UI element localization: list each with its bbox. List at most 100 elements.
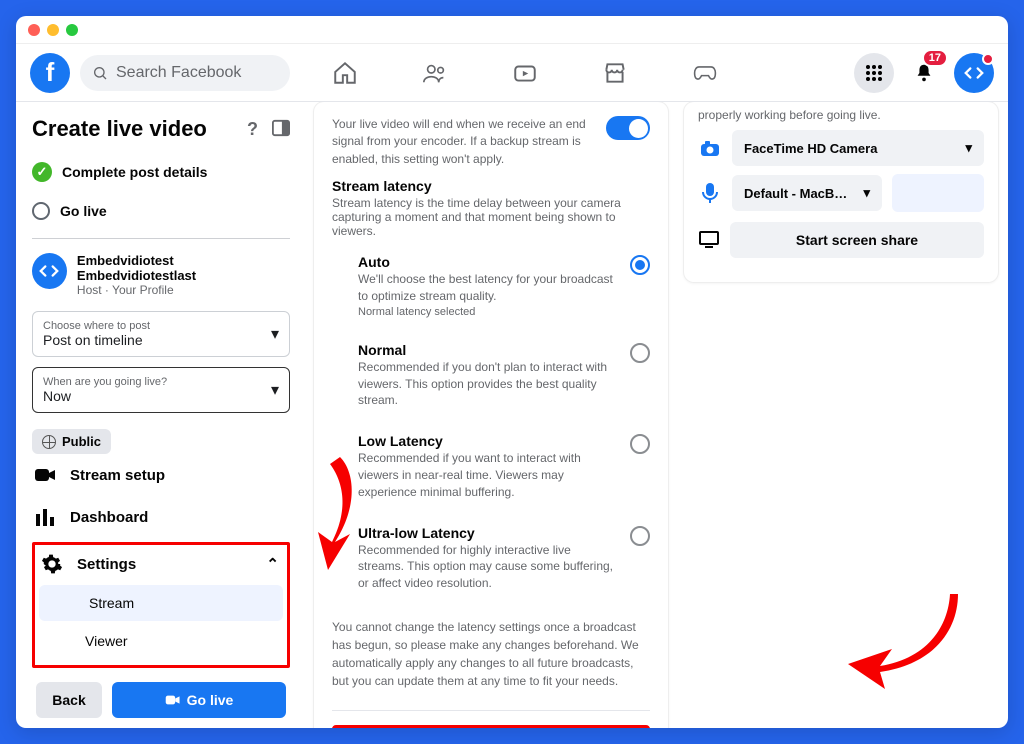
option-desc: Recommended if you don't plan to interac… — [358, 359, 618, 409]
code-icon — [963, 62, 985, 84]
grid-icon — [865, 64, 883, 82]
radio-icon — [630, 526, 650, 546]
home-icon[interactable] — [332, 60, 358, 86]
top-nav-bar: f Search Facebook 17 — [16, 44, 1008, 102]
step-go-live[interactable]: Go live — [32, 192, 290, 230]
option-note: Normal latency selected — [358, 306, 618, 318]
option-desc: Recommended for highly interactive live … — [358, 542, 618, 592]
audience-chip[interactable]: Public — [32, 429, 111, 454]
chevron-down-icon: ▾ — [271, 324, 279, 344]
gaming-icon[interactable] — [692, 60, 718, 86]
notifications-button[interactable]: 17 — [904, 53, 944, 93]
latency-option-low[interactable]: Low Latency Recommended if you want to i… — [358, 421, 650, 512]
menu-label: Stream setup — [70, 467, 165, 484]
settings-sub-viewer[interactable]: Viewer — [35, 623, 287, 659]
end-signal-desc: Your live video will end when we receive… — [332, 116, 590, 168]
settings-sub-stream[interactable]: Stream — [39, 585, 283, 621]
sidebar-item-stream-setup[interactable]: Stream setup — [32, 454, 290, 496]
notif-badge: 17 — [922, 49, 948, 67]
cutoff-text: properly working before going live. — [698, 108, 984, 122]
chevron-up-icon: ⌃ — [266, 555, 279, 573]
radio-open-icon — [32, 202, 50, 220]
go-live-button[interactable]: Go live — [112, 682, 286, 718]
option-title: Auto — [358, 254, 618, 270]
option-desc: Recommended if you want to interact with… — [358, 450, 618, 500]
stream-settings-card: Your live video will end when we receive… — [314, 102, 668, 728]
profile-avatar-icon — [32, 253, 67, 289]
camera-select[interactable]: FaceTime HD Camera ▾ — [732, 130, 984, 166]
main-content: Create live video ? ✓ Complete post deta… — [16, 102, 1008, 728]
browser-window: f Search Facebook 17 — [16, 16, 1008, 728]
divider — [332, 710, 650, 711]
latency-option-normal[interactable]: Normal Recommended if you don't plan to … — [358, 330, 650, 421]
radio-icon — [630, 434, 650, 454]
sidebar-item-dashboard[interactable]: Dashboard — [32, 496, 290, 538]
latency-option-auto[interactable]: Auto We'll choose the best latency for y… — [358, 242, 650, 330]
settings-highlight-box: Settings ⌃ Stream Viewer — [32, 542, 290, 668]
step-label: Go live — [60, 203, 107, 219]
embed-highlight-box: Embed live video Insert your live video … — [332, 725, 650, 728]
end-signal-toggle[interactable] — [606, 116, 650, 140]
search-icon — [92, 65, 108, 81]
mic-level-meter — [892, 174, 984, 212]
profile-subtitle: Host · Your Profile — [77, 283, 290, 297]
select-value: Now — [43, 388, 279, 404]
account-button[interactable] — [954, 53, 994, 93]
screen-icon — [698, 227, 720, 251]
search-input[interactable]: Search Facebook — [80, 55, 290, 91]
option-title: Low Latency — [358, 433, 618, 449]
check-icon: ✓ — [32, 162, 52, 182]
button-label: Go live — [187, 692, 234, 708]
post-destination-select[interactable]: Choose where to post Post on timeline ▾ — [32, 311, 290, 357]
page-title: Create live video — [32, 116, 207, 142]
right-panel: properly working before going live. Face… — [684, 102, 1008, 728]
when-live-select[interactable]: When are you going live? Now ▾ — [32, 367, 290, 413]
divider — [32, 238, 290, 239]
center-panel: Your live video will end when we receive… — [302, 102, 684, 728]
friends-icon[interactable] — [422, 60, 448, 86]
select-label: When are you going live? — [43, 376, 279, 388]
window-close-dot[interactable] — [28, 24, 40, 36]
menu-grid-button[interactable] — [854, 53, 894, 93]
radio-selected-icon — [630, 255, 650, 275]
chevron-down-icon: ▾ — [965, 140, 972, 156]
radio-icon — [630, 343, 650, 363]
option-title: Ultra-low Latency — [358, 525, 618, 541]
profile-row: Embedvidiotest Embedvidiotestlast Host ·… — [32, 253, 290, 297]
step-complete-post[interactable]: ✓ Complete post details — [32, 152, 290, 192]
microphone-icon — [698, 181, 722, 205]
camera-icon — [34, 464, 56, 486]
menu-label: Dashboard — [70, 509, 148, 526]
option-title: Normal — [358, 342, 618, 358]
start-screen-share-button[interactable]: Start screen share — [730, 222, 984, 258]
dashboard-icon — [34, 506, 56, 528]
latency-option-ultralow[interactable]: Ultra-low Latency Recommended for highly… — [358, 513, 650, 604]
left-sidebar: Create live video ? ✓ Complete post deta… — [16, 102, 302, 728]
menu-label: Settings — [77, 556, 136, 573]
footer-buttons: Back Go live — [32, 668, 290, 728]
panel-icon[interactable] — [272, 119, 290, 137]
latency-title: Stream latency — [332, 178, 650, 194]
gear-icon — [41, 553, 63, 575]
help-icon[interactable]: ? — [247, 119, 258, 140]
profile-name: Embedvidiotest Embedvidiotestlast — [77, 253, 290, 283]
nav-center — [300, 60, 844, 86]
sidebar-item-settings[interactable]: Settings ⌃ — [35, 545, 287, 583]
watch-icon[interactable] — [512, 60, 538, 86]
chevron-down-icon: ▾ — [863, 185, 870, 201]
marketplace-icon[interactable] — [602, 60, 628, 86]
facebook-logo[interactable]: f — [30, 53, 70, 93]
chevron-down-icon: ▾ — [271, 380, 279, 400]
select-label: Choose where to post — [43, 320, 279, 332]
window-zoom-dot[interactable] — [66, 24, 78, 36]
devices-card: properly working before going live. Face… — [684, 102, 998, 282]
search-placeholder: Search Facebook — [116, 64, 241, 82]
latency-desc: Stream latency is the time delay between… — [332, 196, 650, 238]
select-value: Post on timeline — [43, 332, 279, 348]
globe-icon — [42, 435, 56, 449]
mic-select[interactable]: Default - MacB… ▾ — [732, 175, 882, 211]
camera-icon — [698, 136, 722, 160]
camera-icon — [165, 694, 181, 706]
back-button[interactable]: Back — [36, 682, 102, 718]
window-minimize-dot[interactable] — [47, 24, 59, 36]
